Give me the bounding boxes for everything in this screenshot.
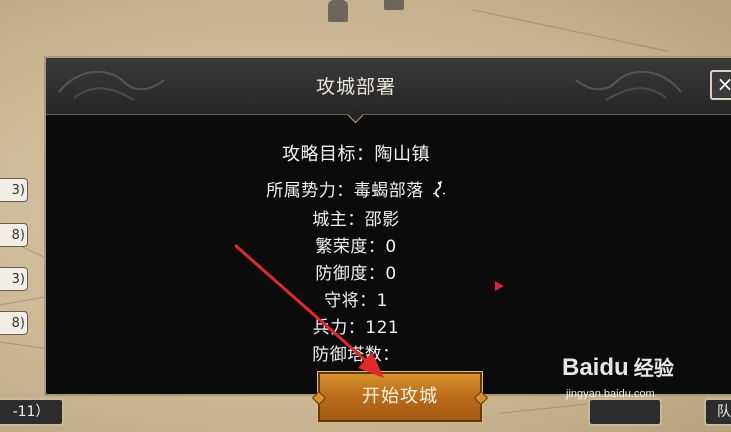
bottom-left-button[interactable]: -11） (0, 398, 64, 426)
side-button[interactable]: 3) (0, 267, 28, 291)
watermark-logo: Bai (562, 354, 600, 381)
close-icon[interactable]: × (710, 70, 731, 100)
garrison-generals: 守将：1 (324, 291, 388, 311)
prosperity: 繁荣度：0 (315, 237, 397, 257)
siege-deployment-dialog: 攻城部署 × 攻略目标：陶山镇 所属势力：毒蝎部落 城主：邵影 繁荣度：0 防御… (44, 56, 731, 396)
city-lord: 城主：邵影 (312, 210, 400, 230)
map-unit[interactable] (328, 0, 348, 22)
map-unit[interactable] (384, 0, 404, 10)
troop-strength: 兵力：121 (312, 318, 400, 338)
map-road (0, 341, 48, 350)
red-triangle-marker (495, 281, 504, 291)
start-siege-button[interactable]: 开始攻城 (317, 371, 483, 423)
side-button[interactable]: 8) (0, 311, 28, 335)
watermark-cn: 经验 (633, 356, 674, 380)
baidu-watermark: Baidu 经验 jingyan.baidu.com (562, 352, 722, 412)
scorpion-icon (432, 181, 446, 198)
dialog-header: 攻城部署 × (46, 58, 731, 115)
faction-label: 所属势力：毒蝎部落 (266, 181, 424, 201)
side-button[interactable]: 3) (0, 178, 28, 202)
faction-row: 所属势力：毒蝎部落 (46, 176, 666, 201)
game-screen: 3) 8) 3) 8) -11） 队 攻城部署 × 攻略目标：陶山镇 所属势力：… (0, 0, 731, 432)
map-road (0, 295, 50, 306)
watermark-url: jingyan.baidu.com (566, 388, 655, 400)
dialog-title: 攻城部署 (315, 76, 396, 98)
target-city: 攻略目标：陶山镇 (282, 144, 430, 165)
watermark-logo-du: du (599, 354, 629, 381)
side-button[interactable]: 8) (0, 223, 28, 247)
map-road (472, 9, 668, 52)
defense: 防御度：0 (315, 264, 397, 284)
